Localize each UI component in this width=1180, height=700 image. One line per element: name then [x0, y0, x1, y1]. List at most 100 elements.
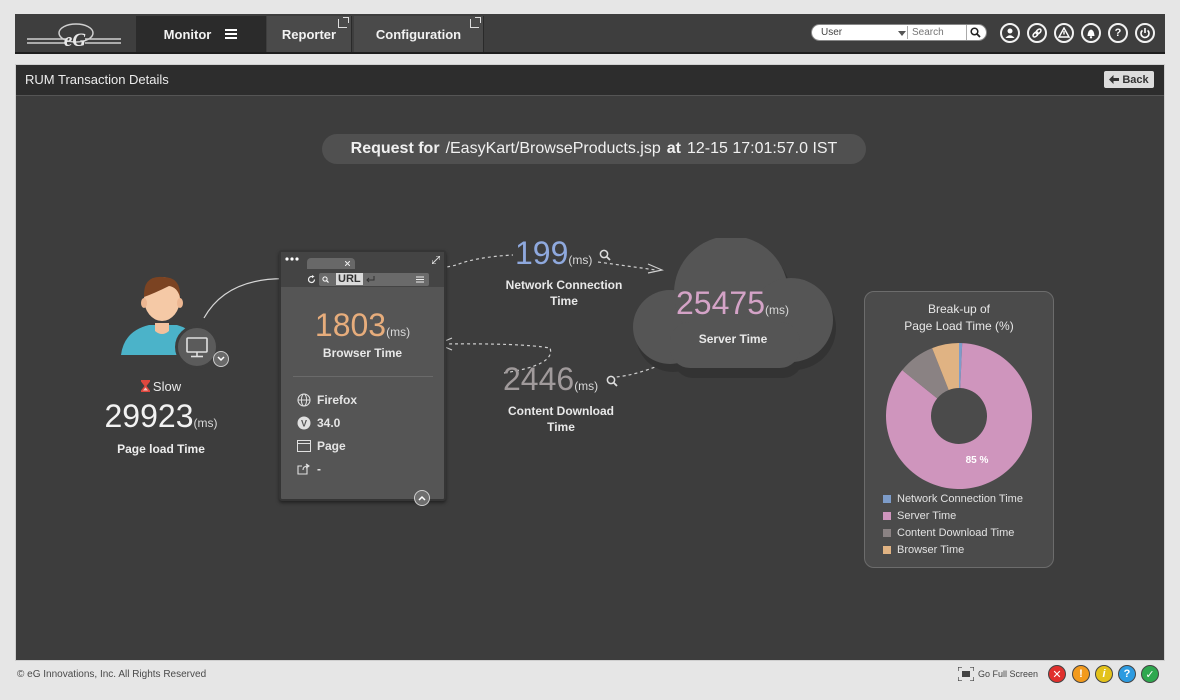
chart-legend: Network Connection Time Server Time Cont…	[883, 490, 1023, 558]
page-load-label: Page load Time	[117, 442, 205, 456]
server-time-metric: 25475(ms)	[676, 285, 789, 322]
tab-configuration-label: Configuration	[375, 26, 462, 42]
search-button[interactable]	[966, 25, 984, 40]
legend-swatch	[883, 511, 891, 520]
external-link-icon	[338, 17, 349, 28]
enter-icon	[366, 276, 375, 283]
power-icon[interactable]	[1135, 23, 1155, 43]
legend-swatch	[883, 528, 891, 537]
menu-icon	[416, 276, 424, 283]
browser-time-value: 1803	[314, 307, 387, 343]
download-drilldown-search-icon[interactable]	[606, 375, 618, 387]
network-unit: (ms)	[568, 253, 593, 267]
tab-reporter[interactable]: Reporter	[267, 16, 352, 52]
legend-swatch	[883, 545, 891, 554]
monitor-icon	[186, 337, 208, 358]
user-profile-icon[interactable]	[1000, 23, 1020, 43]
chart-title-line2: Page Load Time (%)	[904, 319, 1014, 333]
version-icon: V	[297, 416, 311, 430]
download-unit: (ms)	[574, 379, 599, 393]
legend-label: Server Time	[897, 509, 957, 522]
link-icon[interactable]	[1027, 23, 1047, 43]
eg-logo[interactable]: eG	[15, 14, 135, 54]
tab-configuration[interactable]: Configuration	[354, 16, 484, 52]
browser-card: URL 1803(ms) Browser Time Firefox V 34.0…	[279, 250, 446, 506]
copyright-text: © eG Innovations, Inc. All Rights Reserv…	[17, 669, 207, 680]
referrer-value: -	[317, 462, 321, 476]
rum-transaction-panel: RUM Transaction Details Back Request for…	[15, 64, 1165, 661]
footer: © eG Innovations, Inc. All Rights Reserv…	[0, 664, 1180, 686]
major-alarm-icon[interactable]: !	[1072, 665, 1090, 683]
request-summary: Request for /EasyKart/BrowseProducts.jsp…	[322, 134, 866, 164]
menu-icon[interactable]	[225, 29, 238, 39]
chart-title: Break-up of Page Load Time (%)	[865, 301, 1053, 335]
more-dots-icon	[285, 257, 299, 261]
network-metric: 199(ms)	[515, 235, 592, 272]
server-time-unit: (ms)	[764, 303, 789, 317]
collapse-button[interactable]	[414, 490, 430, 506]
legend-item-network[interactable]: Network Connection Time	[883, 490, 1023, 507]
logo-text: eG	[64, 30, 86, 51]
go-full-screen-button[interactable]: Go Full Screen	[958, 667, 1038, 681]
page-icon	[297, 440, 311, 452]
unknown-state-icon[interactable]: ?	[1118, 665, 1136, 683]
referrer-row: -	[297, 461, 321, 477]
chevron-down-icon	[217, 356, 225, 362]
top-navigation-bar: eG Monitor Reporter Configuration User ?	[15, 14, 1165, 54]
minor-alarm-icon[interactable]: i	[1095, 665, 1113, 683]
browser-time-unit: (ms)	[386, 325, 411, 339]
legend-label: Network Connection Time	[897, 492, 1023, 505]
tab-reporter-label: Reporter	[281, 26, 337, 42]
page-load-unit: (ms)	[193, 416, 218, 430]
browser-address-bar: URL	[319, 273, 429, 286]
server-time-value: 25475	[676, 285, 765, 321]
external-link-icon	[470, 17, 481, 28]
download-value: 2446	[503, 361, 575, 397]
fullscreen-icon	[958, 667, 974, 681]
network-drilldown-search-icon[interactable]	[599, 249, 611, 261]
browser-version: 34.0	[317, 416, 341, 430]
browser-name-row: Firefox	[297, 392, 357, 408]
browser-time-metric: 1803(ms)	[281, 307, 444, 344]
expand-icon	[432, 256, 440, 264]
server-time-label: Server Time	[698, 332, 768, 346]
browser-time-label: Browser Time	[322, 346, 403, 360]
search-input[interactable]	[907, 26, 965, 39]
alerts-icon[interactable]	[1054, 23, 1074, 43]
legend-item-server[interactable]: Server Time	[883, 507, 1023, 524]
device-desktop-button[interactable]	[175, 325, 219, 369]
device-dropdown-button[interactable]	[213, 351, 229, 367]
tab-monitor-label: Monitor	[163, 26, 212, 42]
legend-item-download[interactable]: Content Download Time	[883, 524, 1023, 541]
donut-chart: 85 %	[886, 343, 1032, 489]
download-metric: 2446(ms)	[503, 361, 598, 398]
tab-monitor[interactable]: Monitor	[136, 16, 266, 52]
request-path: /EasyKart/BrowseProducts.jsp	[445, 140, 661, 157]
refresh-icon	[307, 275, 316, 284]
request-at: at	[666, 140, 681, 157]
download-label-line2: Time	[547, 420, 575, 434]
globe-icon	[297, 393, 311, 407]
legend-label: Browser Time	[897, 543, 965, 556]
download-label-line1: Content Download	[508, 404, 614, 418]
critical-alarm-icon[interactable]: ✕	[1048, 665, 1066, 683]
network-label: Network Connection Time	[489, 277, 639, 309]
legend-label: Content Download Time	[897, 526, 1015, 539]
browser-toolbar: URL	[281, 252, 444, 287]
search-icon	[970, 27, 981, 38]
network-value: 199	[515, 235, 569, 271]
legend-item-browser[interactable]: Browser Time	[883, 541, 1023, 558]
normal-state-icon[interactable]: ✓	[1141, 665, 1159, 683]
network-label-line2: Time	[550, 294, 578, 308]
hourglass-icon	[140, 380, 150, 392]
download-label: Content Download Time	[486, 403, 636, 435]
svg-text:V: V	[301, 419, 307, 429]
fullscreen-label: Go Full Screen	[978, 669, 1039, 679]
user-select[interactable]: User	[821, 27, 906, 38]
notification-bell-icon[interactable]	[1081, 23, 1101, 43]
chevron-up-icon	[418, 495, 426, 501]
share-icon	[297, 463, 310, 475]
help-icon[interactable]: ?	[1108, 23, 1128, 43]
browser-version-row: V 34.0	[297, 415, 340, 431]
search-icon	[322, 276, 329, 283]
